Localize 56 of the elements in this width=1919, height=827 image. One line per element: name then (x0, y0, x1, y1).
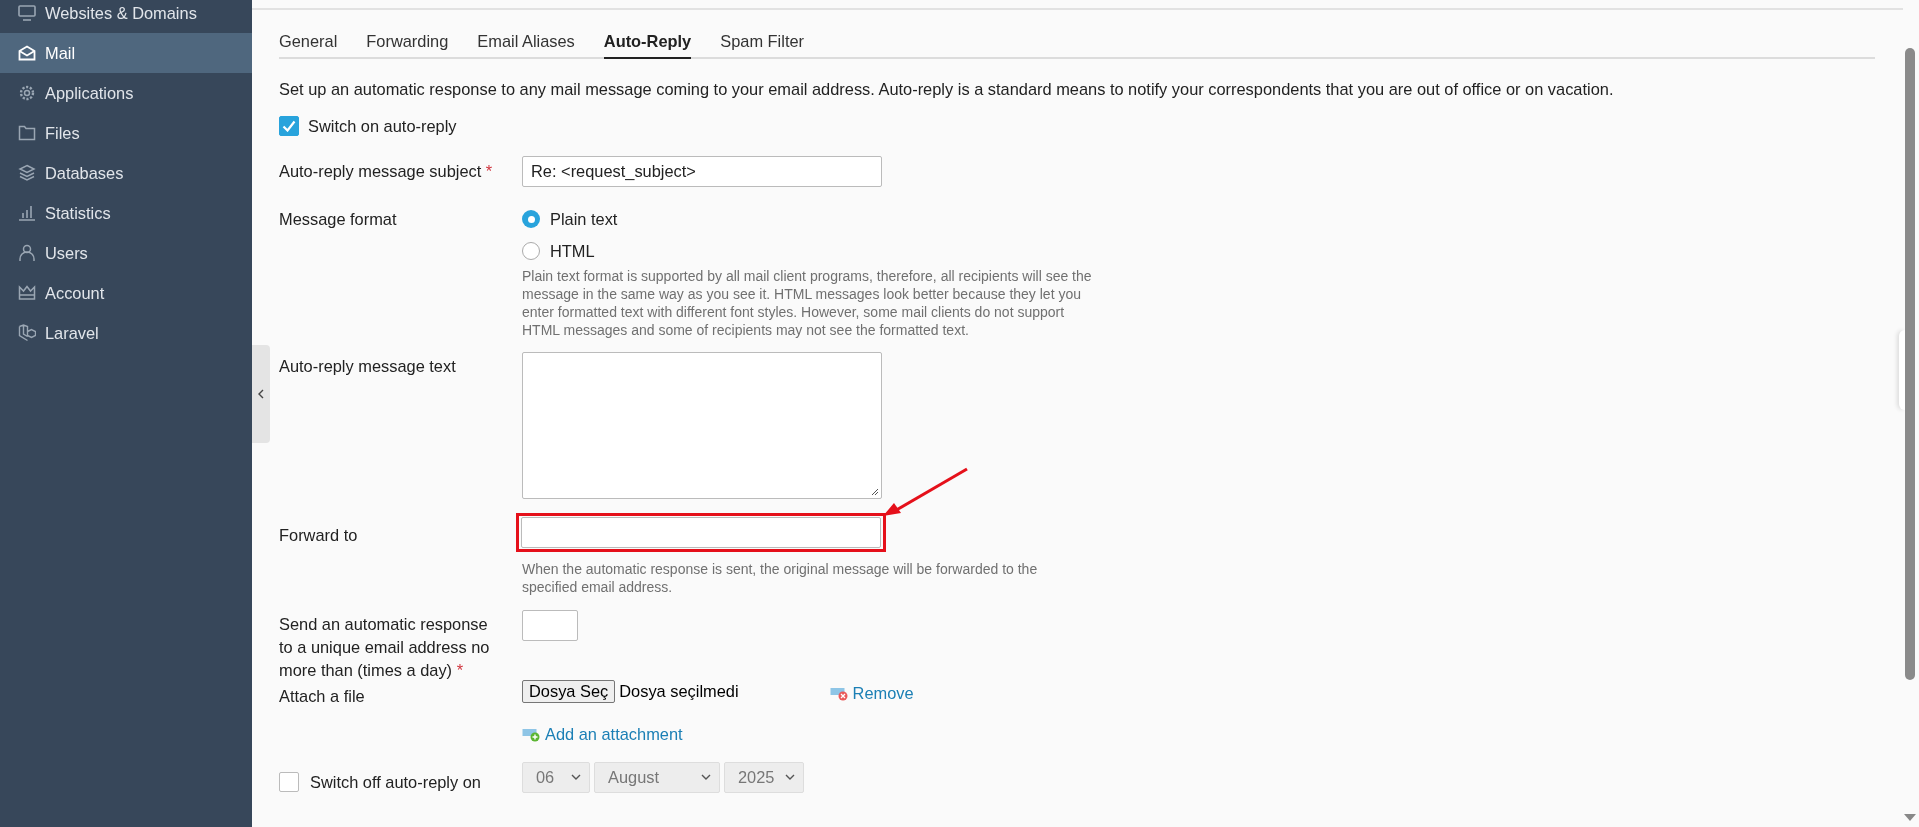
sidebar-item[interactable]: Websites & Domains (0, 0, 252, 33)
file-status: Dosya seçilmedi (619, 682, 739, 701)
field-label: Attach a file (279, 686, 366, 707)
radio-button[interactable] (522, 210, 540, 228)
input-field[interactable]: Re: <request_subject> (522, 156, 882, 187)
checkbox-label: Switch on auto-reply (308, 116, 457, 136)
sidebar-item[interactable]: Databases (0, 153, 252, 193)
envelope-icon (18, 45, 36, 61)
scroll-down-icon[interactable] (1904, 814, 1916, 821)
tab[interactable]: Auto-Reply (603, 32, 692, 59)
resize-grip-icon[interactable] (871, 488, 879, 496)
field-label: Forward to (279, 525, 359, 546)
crown-icon (18, 285, 36, 301)
chevron-down-icon (571, 774, 581, 780)
collapse-sidebar-handle[interactable] (252, 345, 270, 443)
radio-label: HTML (550, 241, 595, 261)
help-text: Plain text format is supported by all mail client programs, therefore, all recipients will see the message in the same way as you see it. HTML messages look better because they let you enter formatted text with different font styles. However, some mail clients do not support HTML messages and some of recipients may not see the formatted text. (522, 267, 1093, 339)
chevron-down-icon (785, 774, 795, 780)
sidebar-item[interactable]: Mail (0, 33, 252, 73)
sidebar-item[interactable]: Laravel (0, 313, 252, 353)
user-icon (18, 244, 36, 262)
chevron-left-icon (258, 389, 264, 399)
monitor-icon (18, 5, 36, 21)
checkbox[interactable] (279, 116, 299, 136)
laravel-icon (18, 324, 36, 342)
sidebar-item[interactable]: Applications (0, 73, 252, 113)
input-field[interactable] (522, 610, 578, 641)
description: Set up an automatic response to any mail message coming to your email address. Auto-reply is a standard means to notify your correspondents that you are out of office or on vacation. (279, 79, 1615, 99)
tab[interactable]: Forwarding (366, 32, 449, 59)
tab[interactable]: Spam Filter (720, 32, 804, 59)
sidebar-item[interactable]: Files (0, 113, 252, 153)
scrollbar-thumb[interactable] (1905, 48, 1915, 680)
tab[interactable]: Email Aliases (477, 32, 575, 59)
bar-chart-icon (18, 205, 36, 221)
field-label: Auto-reply message text (279, 356, 457, 377)
layers-icon (18, 164, 36, 182)
gear-icon (18, 84, 36, 102)
remove-link[interactable]: Remove (829, 684, 914, 703)
radio-button[interactable] (522, 242, 540, 260)
remove-attachment-icon (829, 686, 849, 701)
chevron-down-icon (701, 774, 711, 780)
help-text: When the automatic response is sent, the original message will be forwarded to the specified email address. (522, 560, 1039, 596)
checkbox-label: Switch off auto-reply on (310, 772, 481, 792)
sidebar-item[interactable]: Account (0, 273, 252, 313)
field-label: Auto-reply message subject * (279, 161, 494, 182)
side-panel-handle[interactable] (1899, 330, 1905, 410)
field-label: Send an automatic response to a unique email address no more than (times a day) * (279, 614, 491, 681)
choose-file-button[interactable]: Dosya Seç (522, 680, 616, 703)
folder-icon (18, 125, 36, 141)
field-label: Message format (279, 209, 398, 230)
sidebar-item[interactable]: Statistics (0, 193, 252, 233)
add-attachment-icon (522, 727, 541, 742)
add-attachment-link[interactable]: Add an attachment (522, 725, 683, 744)
tab[interactable]: General (279, 32, 338, 59)
sidebar-item[interactable]: Users (0, 233, 252, 273)
radio-label: Plain text (550, 209, 618, 229)
